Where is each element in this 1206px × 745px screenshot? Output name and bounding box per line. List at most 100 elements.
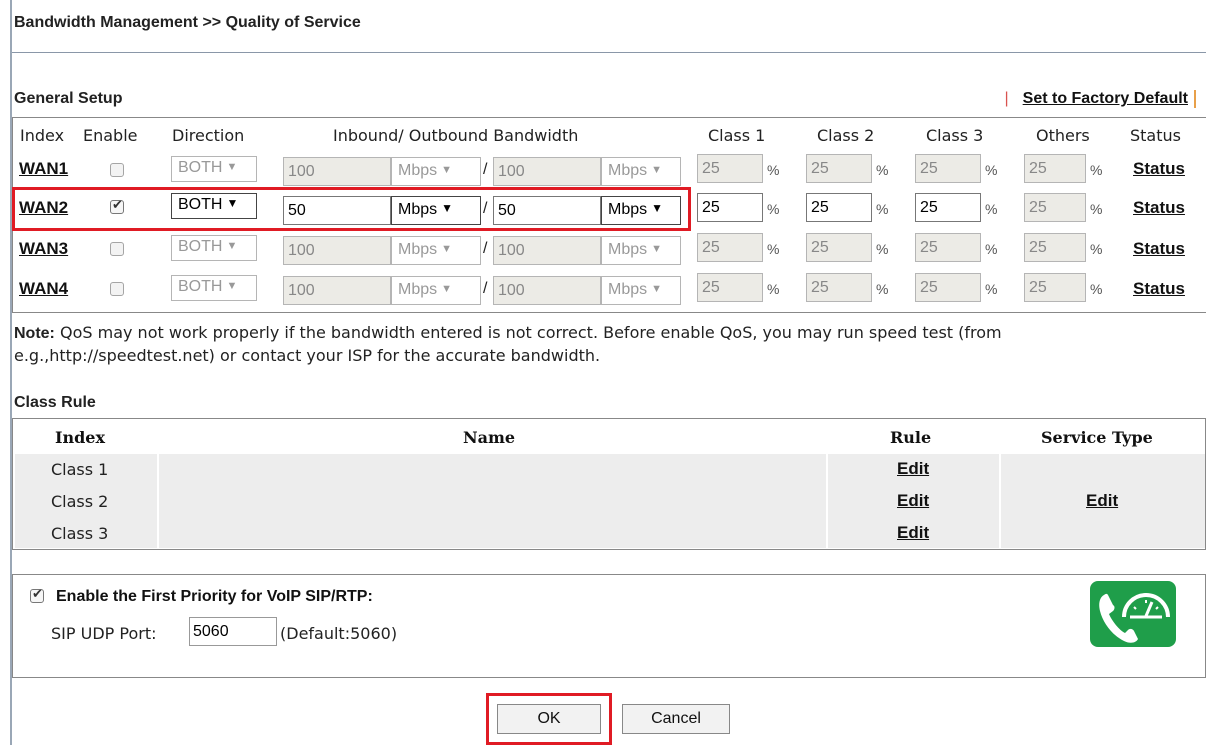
factory-default-area: | Set to Factory Default bbox=[1004, 90, 1196, 108]
wan3-inbound-unit-chevron-icon: ▼ bbox=[441, 243, 453, 255]
wan1-direction-select[interactable]: BOTH ▼ bbox=[171, 156, 257, 182]
wan3-class3-input[interactable]: 25 bbox=[915, 233, 981, 262]
sip-port-default: (Default:5060) bbox=[280, 624, 398, 643]
wan4-others-input[interactable]: 25 bbox=[1024, 273, 1086, 302]
page-title: Bandwidth Management >> Quality of Servi… bbox=[14, 14, 361, 31]
cr-row3-rule-edit-link[interactable]: Edit bbox=[897, 523, 929, 543]
wan2-class3-pct: % bbox=[985, 201, 998, 217]
wan1-class3-input[interactable]: 25 bbox=[915, 154, 981, 183]
wan2-class2-pct: % bbox=[876, 201, 889, 217]
wan4-outbound-unit-select[interactable]: Mbps ▼ bbox=[601, 276, 681, 305]
col-header-enable: Enable bbox=[83, 126, 138, 145]
wan4-inbound-unit-select[interactable]: Mbps ▼ bbox=[391, 276, 481, 305]
cr-service-type-edit-link[interactable]: Edit bbox=[1086, 491, 1118, 511]
wan1-direction-chevron-icon: ▼ bbox=[226, 161, 238, 173]
wan1-class2-input[interactable]: 25 bbox=[806, 154, 872, 183]
wan4-direction-select[interactable]: BOTH ▼ bbox=[171, 275, 257, 301]
note-text: QoS may not work properly if the bandwid… bbox=[14, 323, 1002, 365]
set-factory-default-link[interactable]: Set to Factory Default bbox=[1023, 90, 1188, 107]
wan1-enable-checkbox[interactable] bbox=[110, 163, 124, 177]
wan2-status-link[interactable]: Status bbox=[1133, 198, 1185, 218]
col-header-others: Others bbox=[1036, 126, 1090, 145]
wan1-inbound-unit-select[interactable]: Mbps ▼ bbox=[391, 157, 481, 186]
wan4-class1-input[interactable]: 25 bbox=[697, 273, 763, 302]
wan3-outbound-unit-chevron-icon: ▼ bbox=[651, 243, 663, 255]
wan3-link[interactable]: WAN3 bbox=[19, 239, 68, 259]
wan-row-4: WAN4 BOTH ▼ 100 Mbps ▼ / 100 Mbps ▼ 25 % 25… bbox=[0, 272, 1206, 306]
wan1-outbound-unit-select[interactable]: Mbps ▼ bbox=[601, 157, 681, 186]
wan-row-1: WAN1 BOTH ▼ 100 Mbps ▼ / 100 Mbps ▼ 25 % 25… bbox=[0, 153, 1206, 187]
wan3-class1-pct: % bbox=[767, 241, 780, 257]
wan1-others-pct: % bbox=[1090, 162, 1103, 178]
wan4-link[interactable]: WAN4 bbox=[19, 279, 68, 299]
cr-row2-rule-edit-link[interactable]: Edit bbox=[897, 491, 929, 511]
wan4-class3-input[interactable]: 25 bbox=[915, 273, 981, 302]
wan3-outbound-input[interactable]: 100 bbox=[493, 236, 601, 265]
wan1-others-input[interactable]: 25 bbox=[1024, 154, 1086, 183]
wan1-outbound-unit-chevron-icon: ▼ bbox=[651, 164, 663, 176]
wan1-inbound-input[interactable]: 100 bbox=[283, 157, 391, 186]
cr-name-shade bbox=[159, 454, 826, 548]
wan2-others-pct: % bbox=[1090, 201, 1103, 217]
sip-port-label: SIP UDP Port: bbox=[51, 624, 157, 643]
wan4-inbound-input[interactable]: 100 bbox=[283, 276, 391, 305]
wan2-others-input: 25 bbox=[1024, 193, 1086, 222]
cr-header-name: Name bbox=[463, 428, 516, 447]
voip-panel: Enable the First Priority for VoIP SIP/R… bbox=[12, 574, 1206, 678]
voip-priority-checkbox[interactable] bbox=[30, 587, 44, 603]
wan4-slash: / bbox=[483, 280, 488, 297]
wan1-slash: / bbox=[483, 161, 488, 178]
ok-highlight-box bbox=[486, 693, 612, 745]
wan1-inbound-unit-chevron-icon: ▼ bbox=[441, 164, 453, 176]
col-header-status: Status bbox=[1130, 126, 1181, 145]
wan2-highlight-box bbox=[12, 187, 691, 231]
wan3-others-input[interactable]: 25 bbox=[1024, 233, 1086, 262]
wan4-class2-pct: % bbox=[876, 281, 889, 297]
wan4-outbound-unit-chevron-icon: ▼ bbox=[651, 283, 663, 295]
class-rule-heading: Class Rule bbox=[14, 394, 96, 411]
wan3-enable-checkbox[interactable] bbox=[110, 242, 124, 256]
wan2-class3-input[interactable]: 25 bbox=[915, 193, 981, 222]
phone-gauge-icon-svg bbox=[1099, 593, 1170, 643]
wan2-class2-input[interactable]: 25 bbox=[806, 193, 872, 222]
wan1-status-link[interactable]: Status bbox=[1133, 159, 1185, 179]
wan1-outbound-input[interactable]: 100 bbox=[493, 157, 601, 186]
col-header-class3: Class 3 bbox=[926, 126, 984, 145]
wan3-class3-pct: % bbox=[985, 241, 998, 257]
wan2-class1-pct: % bbox=[767, 201, 780, 217]
wan4-enable-checkbox[interactable] bbox=[110, 282, 124, 296]
class-rule-table: Index Name Rule Service Type Class 1 Edi… bbox=[12, 418, 1206, 550]
wan1-class3-pct: % bbox=[985, 162, 998, 178]
col-header-class2: Class 2 bbox=[817, 126, 875, 145]
wan3-class2-input[interactable]: 25 bbox=[806, 233, 872, 262]
wan4-direction-chevron-icon: ▼ bbox=[226, 280, 238, 292]
sip-port-input[interactable]: 5060 bbox=[189, 617, 277, 646]
cr-row2-index: Class 2 bbox=[51, 492, 109, 511]
wan1-link[interactable]: WAN1 bbox=[19, 159, 68, 179]
col-header-class1: Class 1 bbox=[708, 126, 766, 145]
wan3-class2-pct: % bbox=[876, 241, 889, 257]
wan3-others-pct: % bbox=[1090, 241, 1103, 257]
col-header-direction: Direction bbox=[172, 126, 245, 145]
cr-row1-rule-edit-link[interactable]: Edit bbox=[897, 459, 929, 479]
wan4-class1-pct: % bbox=[767, 281, 780, 297]
wan3-status-link[interactable]: Status bbox=[1133, 239, 1185, 259]
cancel-button[interactable]: Cancel bbox=[622, 704, 730, 734]
wan4-outbound-input[interactable]: 100 bbox=[493, 276, 601, 305]
cr-header-service-type: Service Type bbox=[1041, 428, 1153, 447]
wan4-class2-input[interactable]: 25 bbox=[806, 273, 872, 302]
wan3-inbound-input[interactable]: 100 bbox=[283, 236, 391, 265]
wan3-inbound-unit-select[interactable]: Mbps ▼ bbox=[391, 236, 481, 265]
qos-note: Note: QoS may not work properly if the b… bbox=[14, 322, 1204, 367]
wan1-class1-input[interactable]: 25 bbox=[697, 154, 763, 183]
factory-accent-bar bbox=[1194, 90, 1196, 108]
cr-header-rule: Rule bbox=[890, 428, 932, 447]
wan3-outbound-unit-select[interactable]: Mbps ▼ bbox=[601, 236, 681, 265]
wan1-class2-pct: % bbox=[876, 162, 889, 178]
wan4-status-link[interactable]: Status bbox=[1133, 279, 1185, 299]
col-header-index: Index bbox=[20, 126, 65, 145]
phone-gauge-icon bbox=[1090, 581, 1176, 647]
wan2-class1-input[interactable]: 25 bbox=[697, 193, 763, 222]
wan3-class1-input[interactable]: 25 bbox=[697, 233, 763, 262]
wan3-direction-select[interactable]: BOTH ▼ bbox=[171, 235, 257, 261]
